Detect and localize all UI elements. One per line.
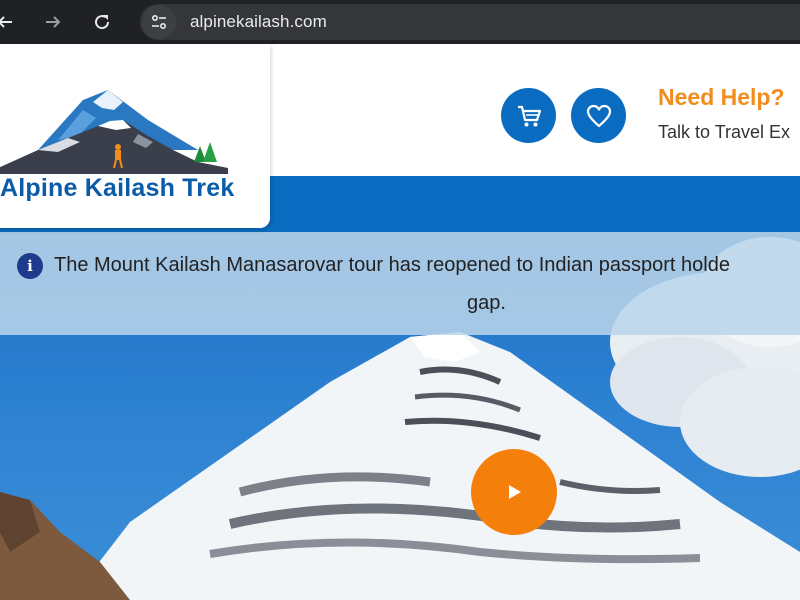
wishlist-button[interactable]	[571, 88, 626, 143]
cart-button[interactable]	[501, 88, 556, 143]
browser-toolbar: alpinekailash.com	[0, 0, 800, 44]
back-button[interactable]	[0, 9, 18, 35]
site-logo[interactable]: Alpine Kailash Trek	[0, 44, 270, 228]
info-icon: i	[17, 253, 43, 279]
reload-button[interactable]	[89, 9, 115, 35]
url-text[interactable]: alpinekailash.com	[190, 12, 327, 32]
notice-text-line2: gap.	[467, 292, 506, 314]
arrow-left-icon	[0, 16, 12, 28]
address-bar[interactable]: alpinekailash.com	[140, 4, 800, 40]
forward-button[interactable]	[40, 9, 66, 35]
notice-text-line1: The Mount Kailash Manasarovar tour has r…	[54, 254, 730, 276]
site-info-button[interactable]	[142, 5, 176, 39]
mountain-logo-icon	[0, 90, 228, 174]
play-video-button[interactable]	[471, 449, 557, 535]
tune-icon	[151, 14, 167, 30]
cart-icon	[517, 105, 541, 126]
play-icon	[509, 485, 521, 499]
reload-icon	[95, 15, 110, 30]
arrow-right-icon	[46, 16, 61, 28]
help-title[interactable]: Need Help?	[658, 84, 785, 111]
logo-text: Alpine Kailash Trek	[0, 174, 235, 202]
help-subtitle[interactable]: Talk to Travel Ex	[658, 122, 790, 143]
notice-banner: i The Mount Kailash Manasarovar tour has…	[0, 232, 800, 335]
heart-icon	[586, 104, 611, 127]
